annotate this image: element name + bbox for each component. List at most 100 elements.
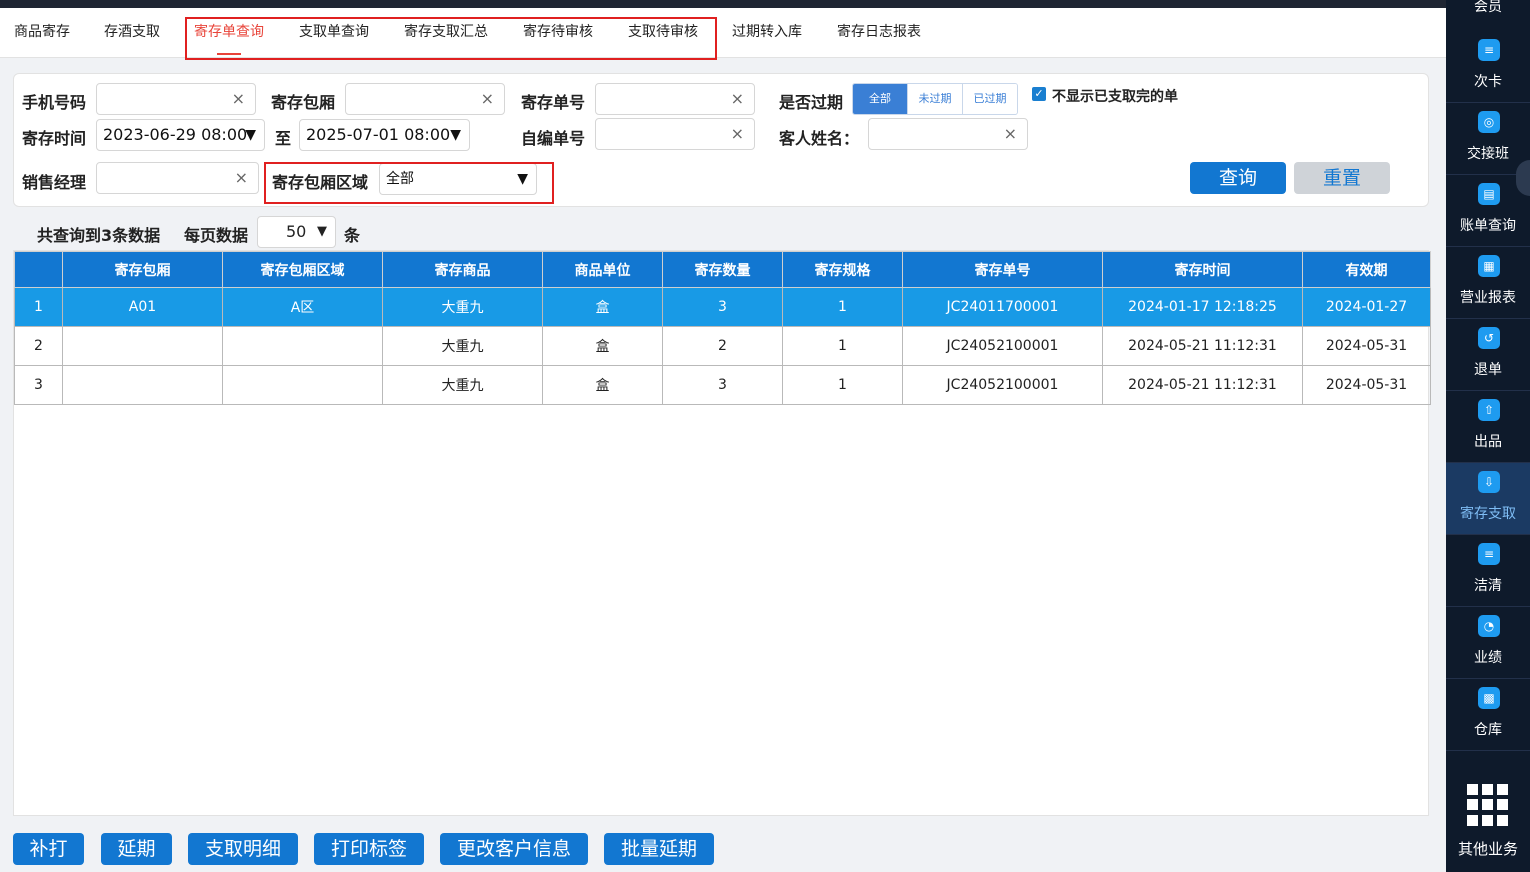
sidebar-item-label: 账单查询 [1460, 218, 1516, 234]
query-button[interactable]: 查询 [1190, 162, 1286, 194]
chevron-down-icon: ▼ [450, 127, 461, 143]
time-end-value: 2025-07-01 08:00 [306, 125, 451, 144]
reset-button[interactable]: 重置 [1294, 162, 1390, 194]
tab-deposit-pending-review[interactable]: 寄存待审核 [523, 8, 593, 56]
sidebar-item-refund[interactable]: ↺ 退单 [1446, 319, 1530, 391]
header-order-no[interactable]: 寄存单号 [902, 251, 1103, 288]
phone-label: 手机号码 [22, 93, 87, 112]
reprint-button[interactable]: 补打 [13, 833, 84, 865]
tab-deposit-query[interactable]: 寄存单查询 [194, 8, 264, 56]
self-no-input[interactable]: × [595, 118, 755, 150]
manager-label: 销售经理 [22, 173, 87, 192]
area-label: 寄存包厢区域 [272, 173, 369, 192]
time-start-select[interactable]: 2023-06-29 08:00 ▼ [96, 119, 265, 151]
cell-unit: 盒 [542, 365, 663, 405]
cell-index: 1 [14, 287, 63, 327]
edit-customer-button[interactable]: 更改客户信息 [440, 833, 588, 865]
batch-extend-button[interactable]: 批量延期 [604, 833, 714, 865]
time-end-select[interactable]: 2025-07-01 08:00 ▼ [299, 119, 470, 151]
cell-expiry: 2024-05-31 [1302, 365, 1431, 405]
room-input[interactable]: × [345, 83, 505, 115]
tab-deposit-withdraw-summary[interactable]: 寄存支取汇总 [404, 8, 488, 56]
clear-icon[interactable]: × [235, 168, 248, 187]
expired-label: 是否过期 [779, 93, 844, 112]
sidebar-item-label: 交接班 [1467, 146, 1509, 162]
sidebar-item-dispatch[interactable]: ⇧ 出品 [1446, 391, 1530, 463]
phone-input[interactable]: × [96, 83, 256, 115]
tab-withdraw-query[interactable]: 支取单查询 [299, 8, 369, 56]
area-select[interactable]: 全部 ▼ [379, 163, 537, 195]
manager-input[interactable]: × [96, 162, 259, 194]
cell-index: 3 [14, 365, 63, 405]
list-icon: ≡ [1478, 543, 1500, 565]
table-row[interactable]: 2 大重九 盒 2 1 JC24052100001 2024-05-21 11:… [14, 326, 1431, 366]
order-no-input[interactable]: × [595, 83, 755, 115]
cell-spec: 1 [782, 326, 903, 366]
cell-expiry: 2024-05-31 [1302, 326, 1431, 366]
clear-icon[interactable]: × [731, 124, 744, 143]
sidebar-item-performance[interactable]: ◔ 业绩 [1446, 607, 1530, 679]
sidebar-item-business-report[interactable]: ▦ 营业报表 [1446, 247, 1530, 319]
chevron-down-icon: ▼ [245, 127, 256, 143]
handover-icon: ◎ [1478, 111, 1500, 133]
tab-wine-withdraw[interactable]: 存酒支取 [104, 8, 160, 56]
header-quantity[interactable]: 寄存数量 [662, 251, 783, 288]
table-row[interactable]: 1 A01 A区 大重九 盒 3 1 JC24011700001 2024-01… [14, 287, 1431, 327]
sidebar-item-other-business[interactable]: 其他业务 [1446, 838, 1530, 859]
table-row[interactable]: 3 大重九 盒 3 1 JC24052100001 2024-05-21 11:… [14, 365, 1431, 405]
cell-spec: 1 [782, 287, 903, 327]
extend-button[interactable]: 延期 [101, 833, 172, 865]
sidebar-item-times-card[interactable]: ≡ 次卡 [1446, 31, 1530, 103]
header-expiry[interactable]: 有效期 [1302, 251, 1431, 288]
header-unit[interactable]: 商品单位 [542, 251, 663, 288]
hide-done-checkbox[interactable]: ✓ [1032, 87, 1046, 101]
header-time[interactable]: 寄存时间 [1102, 251, 1303, 288]
sidebar-item-deposit-withdraw[interactable]: ⇩ 寄存支取 [1446, 463, 1530, 535]
expired-option-all[interactable]: 全部 [853, 84, 907, 114]
print-label-button[interactable]: 打印标签 [314, 833, 424, 865]
sidebar-item-label: 业绩 [1474, 650, 1502, 666]
clear-icon[interactable]: × [731, 89, 744, 108]
guest-input[interactable]: × [868, 118, 1028, 150]
expired-option-expired[interactable]: 已过期 [962, 84, 1017, 114]
tab-goods-deposit[interactable]: 商品寄存 [14, 8, 70, 56]
tab-expired-to-stock[interactable]: 过期转入库 [732, 8, 802, 56]
tab-bar: 商品寄存 存酒支取 寄存单查询 支取单查询 寄存支取汇总 寄存待审核 支取待审核… [0, 8, 1446, 58]
pie-chart-icon: ◔ [1478, 615, 1500, 637]
cell-time: 2024-05-21 11:12:31 [1102, 326, 1303, 366]
sidebar-item-warehouse[interactable]: ▩ 仓库 [1446, 679, 1530, 751]
sidebar-item-cleaning[interactable]: ≡ 洁清 [1446, 535, 1530, 607]
cell-goods: 大重九 [382, 326, 543, 366]
area-value: 全部 [386, 171, 414, 187]
header-room[interactable]: 寄存包厢 [62, 251, 223, 288]
cell-room: A01 [62, 287, 223, 327]
tab-withdraw-pending-review[interactable]: 支取待审核 [628, 8, 698, 56]
clear-icon[interactable]: × [1004, 124, 1017, 143]
list-icon: ≡ [1478, 39, 1500, 61]
header-room-area[interactable]: 寄存包厢区域 [222, 251, 383, 288]
cell-room [62, 326, 223, 366]
cell-unit: 盒 [542, 326, 663, 366]
clear-icon[interactable]: × [232, 89, 245, 108]
expired-option-not-expired[interactable]: 未过期 [907, 84, 962, 114]
page-size-select[interactable]: 50 ▼ [257, 216, 336, 248]
receipt-icon: ▤ [1478, 183, 1500, 205]
sidebar-item-shift-handover[interactable]: ◎ 交接班 [1446, 103, 1530, 175]
cell-unit: 盒 [542, 287, 663, 327]
withdraw-detail-button[interactable]: 支取明细 [188, 833, 298, 865]
time-start-value: 2023-06-29 08:00 [103, 125, 248, 144]
tab-deposit-log-report[interactable]: 寄存日志报表 [837, 8, 921, 56]
sidebar-item-label: 营业报表 [1460, 290, 1516, 306]
self-no-label: 自编单号 [521, 129, 586, 148]
table-header-row: 寄存包厢 寄存包厢区域 寄存商品 商品单位 寄存数量 寄存规格 寄存单号 寄存时… [14, 251, 1431, 288]
header-goods[interactable]: 寄存商品 [382, 251, 543, 288]
refund-icon: ↺ [1478, 327, 1500, 349]
sidebar-item-member-partial[interactable]: 会员 [1446, 0, 1530, 16]
room-label: 寄存包厢 [271, 93, 336, 112]
cell-room-area [222, 365, 383, 405]
clear-icon[interactable]: × [481, 89, 494, 108]
header-spec[interactable]: 寄存规格 [782, 251, 903, 288]
sidebar-toggle-handle[interactable] [1516, 160, 1530, 196]
grid-icon[interactable] [1467, 784, 1509, 826]
page-size-value: 50 [286, 222, 307, 241]
